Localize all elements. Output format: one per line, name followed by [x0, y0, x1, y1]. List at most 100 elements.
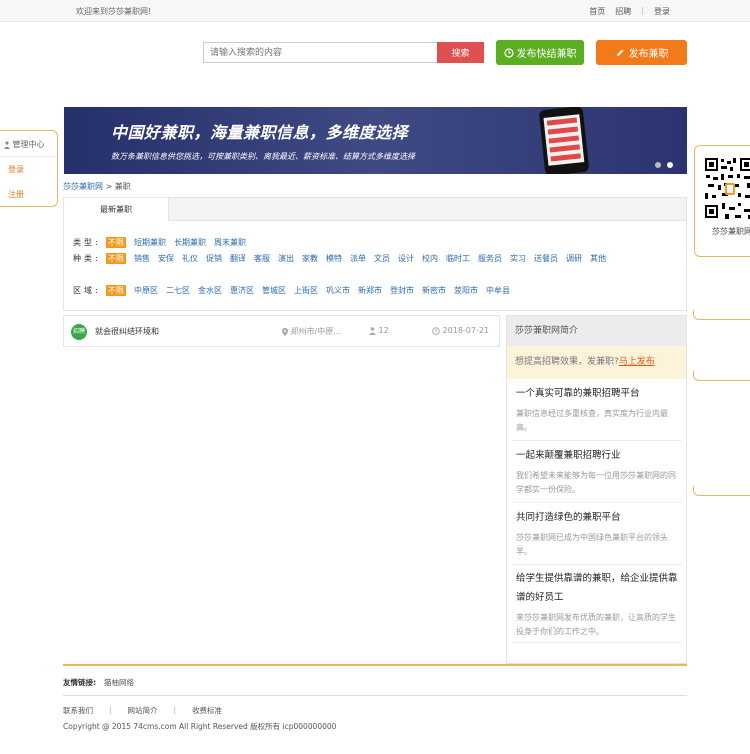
filter-option-all[interactable]: 不限 [106, 237, 126, 248]
banner-title: 中国好兼职，海量兼职信息，多维度选择 [111, 123, 409, 142]
footer-contact-link[interactable]: 联系我们 [63, 705, 93, 716]
filter-option[interactable]: 惠济区 [230, 285, 254, 296]
job-list-item[interactable]: 招聘 就会很纠结环境和 郑州市/中原... 12 2018-07-21 [63, 315, 500, 347]
friend-links: 友情链接: 猫柚网络 [63, 677, 134, 688]
filter-option[interactable]: 派单 [350, 253, 366, 264]
search-input[interactable] [203, 42, 438, 63]
post-quick-job-label: 发布快结兼职 [516, 49, 577, 60]
job-location: 郑州市/中原... [282, 326, 341, 337]
filter-label: 种类: [73, 254, 101, 263]
intro-item-title: 一个真实可靠的兼职招聘平台 [516, 388, 640, 399]
filter-option[interactable]: 礼仪 [182, 253, 198, 264]
filter-option[interactable]: 短期兼职 [134, 237, 166, 248]
person-icon [369, 326, 376, 335]
filter-option[interactable]: 实习 [510, 253, 526, 264]
filter-option[interactable]: 演出 [278, 253, 294, 264]
filter-option[interactable]: 校内 [422, 253, 438, 264]
search-bar: 搜索 [203, 42, 484, 63]
carousel-dot[interactable] [655, 162, 661, 168]
job-date: 2018-07-21 [432, 326, 489, 335]
side-login-link[interactable]: 登录 [8, 164, 24, 175]
filter-option[interactable]: 客服 [254, 253, 270, 264]
filter-option[interactable]: 二七区 [166, 285, 190, 296]
nav-login-link[interactable]: 登录 [654, 6, 670, 17]
filter-option[interactable]: 销售 [134, 253, 150, 264]
breadcrumb-current: 兼职 [114, 182, 131, 191]
post-quick-job-button[interactable]: 发布快结兼职 [496, 40, 584, 65]
welcome-text: 欢迎来到莎莎兼职网! [76, 7, 152, 16]
site-name-label: 莎莎兼职网 [712, 227, 750, 236]
footer-pricing-link[interactable]: 收费标准 [192, 705, 222, 716]
filter-option[interactable]: 其他 [590, 253, 606, 264]
qr-side-panel: 莎莎兼职网 [694, 145, 750, 257]
side-decor-line [693, 486, 750, 496]
filter-option[interactable]: 新密市 [422, 285, 446, 296]
intro-item: 一个真实可靠的兼职招聘平台 兼职信息经过多重核查，真实度为行业内最高。 [516, 384, 682, 435]
user-icon [4, 140, 10, 149]
job-views: 12 [369, 326, 389, 335]
filter-option[interactable]: 模特 [326, 253, 342, 264]
friend-links-label: 友情链接: [63, 678, 96, 687]
breadcrumb-separator: > [103, 182, 115, 191]
intro-promo: 想提高招聘效果，发兼职?马上发布 [507, 346, 686, 379]
nav-home-link[interactable]: 首页 [589, 6, 605, 17]
filter-option[interactable]: 上街区 [294, 285, 318, 296]
divider [0, 156, 57, 157]
filter-option[interactable]: 促销 [206, 253, 222, 264]
filter-option[interactable]: 安保 [158, 253, 174, 264]
filter-option[interactable]: 登封市 [390, 285, 414, 296]
search-button[interactable]: 搜索 [437, 42, 484, 63]
job-title-link[interactable]: 就会很纠结环境和 [95, 326, 159, 337]
side-decor-line [693, 310, 750, 320]
job-views-count: 12 [378, 326, 389, 335]
footer-divider [63, 664, 687, 666]
intro-item-title: 共同打造绿色的兼职平台 [516, 512, 621, 523]
filter-option[interactable]: 金水区 [198, 285, 222, 296]
filter-option[interactable]: 周末兼职 [214, 237, 246, 248]
filter-options: 不限 中原区 二七区 金水区 惠济区 管城区 上街区 巩义市 新郑市 登封市 新密市 荥阳市 中牟县 [106, 285, 666, 296]
filter-option[interactable]: 文员 [374, 253, 390, 264]
filter-option[interactable]: 临时工 [446, 253, 470, 264]
intro-item-title: 给学生提供靠谱的兼职，给企业提供靠谱的好员工 [516, 573, 678, 603]
carousel-dot-active[interactable] [667, 162, 673, 168]
filter-option[interactable]: 荥阳市 [454, 285, 478, 296]
filter-option[interactable]: 家教 [302, 253, 318, 264]
nav-jobs-link[interactable]: 招聘 [615, 6, 631, 17]
filter-tab-bar: 最新兼职 [64, 198, 686, 221]
filter-option[interactable]: 调研 [566, 253, 582, 264]
filter-label: 区域: [73, 286, 101, 295]
nav-separator: | [641, 6, 644, 15]
divider [512, 564, 682, 565]
side-register-link[interactable]: 注册 [8, 189, 24, 200]
filter-options: 不限 短期兼职 长期兼职 周末兼职 [106, 237, 666, 248]
tab-latest-jobs[interactable]: 最新兼职 [64, 198, 169, 221]
filter-option-all[interactable]: 不限 [106, 253, 126, 264]
breadcrumb-home-link[interactable]: 莎莎兼职网 [63, 182, 103, 191]
clock-icon [432, 326, 440, 335]
post-job-button[interactable]: 发布兼职 [596, 40, 687, 65]
admin-center-link[interactable]: 管理中心 [4, 139, 45, 150]
filter-option[interactable]: 巩义市 [326, 285, 350, 296]
copyright-text: Copyright @ 2015 74cms.com All Right Res… [63, 722, 337, 731]
footer-separator: | [173, 705, 177, 714]
filter-option[interactable]: 设计 [398, 253, 414, 264]
filter-option-all[interactable]: 不限 [106, 285, 126, 296]
friend-link[interactable]: 猫柚网络 [104, 678, 134, 687]
phone-illustration [538, 107, 590, 174]
filter-option[interactable]: 服务员 [478, 253, 502, 264]
promo-banner[interactable]: 中国好兼职，海量兼职信息，多维度选择 数万条兼职信息供您挑选，可按兼职类别、离我… [64, 107, 687, 174]
side-decor-line [693, 371, 750, 381]
filter-option[interactable]: 送餐员 [534, 253, 558, 264]
filter-option[interactable]: 新郑市 [358, 285, 382, 296]
site-intro-panel: 莎莎兼职网简介 想提高招聘效果，发兼职?马上发布 一个真实可靠的兼职招聘平台 兼… [506, 315, 687, 664]
intro-item-desc: 我们希望未来能够为每一位用莎莎兼职网的同学都实一份保险。 [516, 471, 676, 494]
edit-icon [616, 49, 623, 56]
post-now-link[interactable]: 马上发布 [619, 357, 655, 367]
filter-box: 最新兼职 类型: 不限 短期兼职 长期兼职 周末兼职 种类: 不限 销售 安保 礼仪 促销 翻译… [63, 197, 687, 311]
footer-about-link[interactable]: 网站简介 [128, 705, 158, 716]
filter-option[interactable]: 中原区 [134, 285, 158, 296]
filter-option[interactable]: 管城区 [262, 285, 286, 296]
filter-option[interactable]: 中牟县 [486, 285, 510, 296]
filter-option[interactable]: 翻译 [230, 253, 246, 264]
filter-option[interactable]: 长期兼职 [174, 237, 206, 248]
